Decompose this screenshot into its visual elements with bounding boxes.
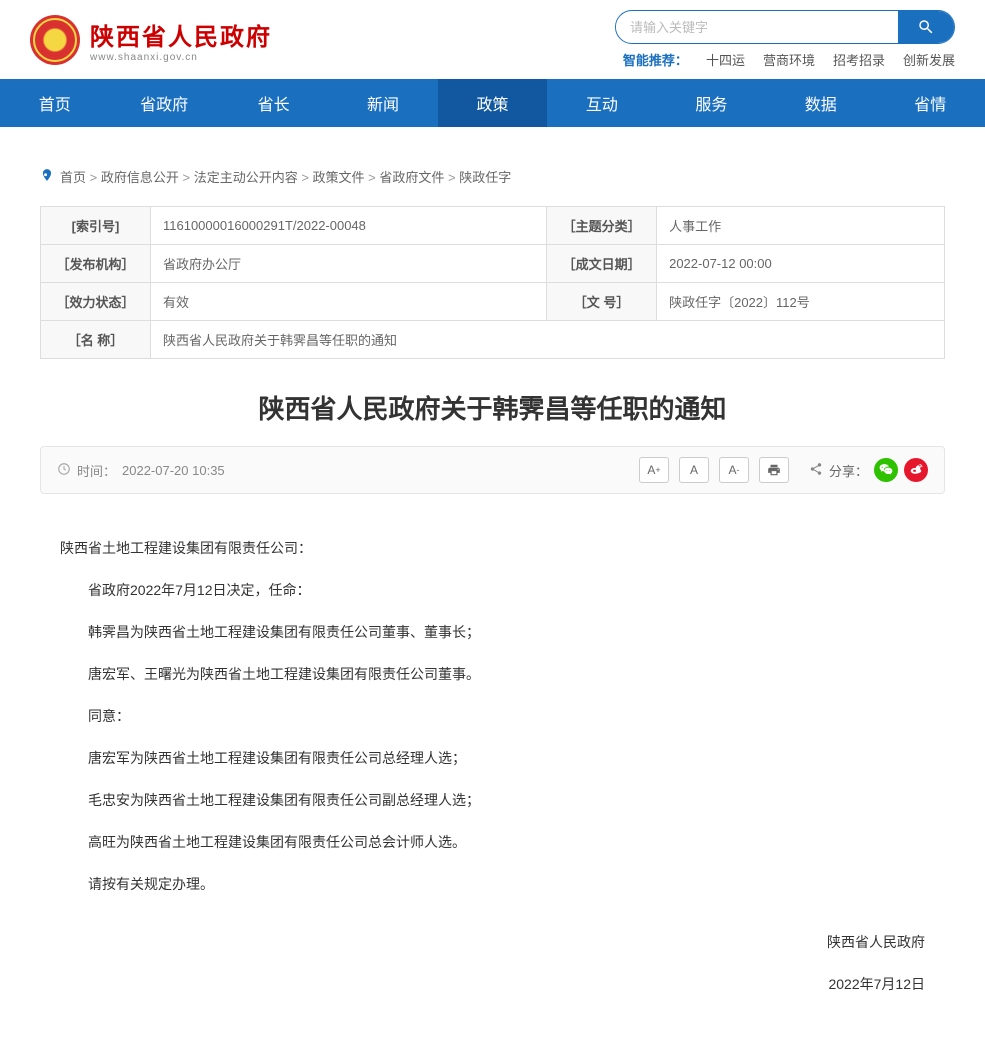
nav-item[interactable]: 新闻 bbox=[328, 79, 437, 127]
time-value: 2022-07-20 10:35 bbox=[122, 463, 225, 478]
article-paragraph: 唐宏军、王曙光为陕西省土地工程建设集团有限责任公司董事。 bbox=[60, 660, 925, 688]
right-tools: A+ A A- 分享： bbox=[639, 457, 928, 483]
meta-value: 2022-07-12 00:00 bbox=[657, 245, 945, 283]
breadcrumb-separator: > bbox=[86, 170, 101, 185]
meta-label: ［成文日期］ bbox=[547, 245, 657, 283]
search-icon bbox=[917, 18, 935, 36]
article-toolbar: 时间： 2022-07-20 10:35 A+ A A- 分享： bbox=[40, 446, 945, 494]
recommend-item[interactable]: 创新发展 bbox=[903, 50, 955, 69]
article-paragraph: 陕西省土地工程建设集团有限责任公司： bbox=[60, 534, 925, 562]
search-input[interactable] bbox=[616, 20, 898, 35]
location-icon bbox=[40, 167, 54, 186]
article-body: 陕西省土地工程建设集团有限责任公司： 省政府2022年7月12日决定，任命： 韩霁昌… bbox=[40, 534, 945, 998]
nav-item[interactable]: 服务 bbox=[657, 79, 766, 127]
time-label: 时间： bbox=[77, 461, 116, 480]
article-paragraph: 请按有关规定办理。 bbox=[60, 870, 925, 898]
recommend-item[interactable]: 十四运 bbox=[706, 50, 745, 69]
breadcrumb-separator: > bbox=[298, 170, 313, 185]
search-box bbox=[615, 10, 955, 44]
breadcrumb-item[interactable]: 政策文件 bbox=[313, 170, 365, 185]
clock-icon bbox=[57, 462, 71, 479]
meta-label: ［文 号］ bbox=[547, 283, 657, 321]
recommend-item[interactable]: 营商环境 bbox=[763, 50, 815, 69]
meta-label: [索引号] bbox=[41, 207, 151, 245]
breadcrumb-separator: > bbox=[365, 170, 380, 185]
breadcrumb-item: 陕政任字 bbox=[459, 170, 511, 185]
article-paragraph: 同意： bbox=[60, 702, 925, 730]
breadcrumb-item[interactable]: 省政府文件 bbox=[379, 170, 444, 185]
print-icon bbox=[767, 463, 781, 477]
nav-item[interactable]: 首页 bbox=[0, 79, 109, 127]
meta-value: 有效 bbox=[151, 283, 547, 321]
font-increase-button[interactable]: A+ bbox=[639, 457, 669, 483]
publish-time: 时间： 2022-07-20 10:35 bbox=[57, 461, 225, 480]
site-title: 陕西省人民政府 bbox=[90, 17, 272, 52]
nav-item[interactable]: 政策 bbox=[438, 79, 547, 127]
meta-value: 11610000016000291T/2022-00048 bbox=[151, 207, 547, 245]
main-nav: 首页省政府省长新闻政策互动服务数据省情 bbox=[0, 79, 985, 127]
meta-table: [索引号] 11610000016000291T/2022-00048 ［主题分… bbox=[40, 206, 945, 359]
signature-block: 陕西省人民政府 2022年7月12日 bbox=[60, 928, 925, 998]
article-paragraph: 高旺为陕西省土地工程建设集团有限责任公司总会计师人选。 bbox=[60, 828, 925, 856]
font-reset-button[interactable]: A bbox=[679, 457, 709, 483]
font-decrease-button[interactable]: A- bbox=[719, 457, 749, 483]
article-paragraph: 韩霁昌为陕西省土地工程建设集团有限责任公司董事、董事长； bbox=[60, 618, 925, 646]
weibo-icon bbox=[909, 463, 923, 477]
search-button[interactable] bbox=[898, 11, 954, 43]
meta-value: 陕西省人民政府关于韩霁昌等任职的通知 bbox=[151, 321, 945, 359]
article-paragraph: 毛忠安为陕西省土地工程建设集团有限责任公司副总经理人选； bbox=[60, 786, 925, 814]
meta-label: ［效力状态］ bbox=[41, 283, 151, 321]
header: 陕西省人民政府 www.shaanxi.gov.cn 智能推荐： 十四运 营商环… bbox=[0, 0, 985, 79]
breadcrumb-item[interactable]: 首页 bbox=[60, 170, 86, 185]
meta-label: ［发布机构］ bbox=[41, 245, 151, 283]
meta-value: 省政府办公厅 bbox=[151, 245, 547, 283]
signature: 陕西省人民政府 bbox=[60, 928, 925, 956]
share-group: 分享： bbox=[809, 458, 928, 482]
print-button[interactable] bbox=[759, 457, 789, 483]
breadcrumb-item[interactable]: 法定主动公开内容 bbox=[194, 170, 298, 185]
breadcrumb-separator: > bbox=[444, 170, 459, 185]
article-paragraph: 省政府2022年7月12日决定，任命： bbox=[60, 576, 925, 604]
nav-item[interactable]: 数据 bbox=[766, 79, 875, 127]
article-title: 陕西省人民政府关于韩霁昌等任职的通知 bbox=[40, 389, 945, 426]
site-title-block: 陕西省人民政府 www.shaanxi.gov.cn bbox=[90, 17, 272, 63]
recommend-row: 智能推荐： 十四运 营商环境 招考招录 创新发展 bbox=[623, 50, 955, 69]
meta-value: 人事工作 bbox=[657, 207, 945, 245]
nav-item[interactable]: 省政府 bbox=[109, 79, 218, 127]
national-emblem-icon bbox=[30, 15, 80, 65]
meta-label: ［主题分类］ bbox=[547, 207, 657, 245]
share-icon bbox=[809, 462, 823, 479]
site-url: www.shaanxi.gov.cn bbox=[90, 52, 272, 63]
breadcrumb-separator: > bbox=[179, 170, 194, 185]
signature-date: 2022年7月12日 bbox=[60, 970, 925, 998]
recommend-label: 智能推荐： bbox=[623, 50, 688, 69]
share-label: 分享： bbox=[829, 461, 868, 480]
wechat-share-button[interactable] bbox=[874, 458, 898, 482]
meta-label: ［名 称］ bbox=[41, 321, 151, 359]
nav-item[interactable]: 互动 bbox=[547, 79, 656, 127]
nav-item[interactable]: 省情 bbox=[876, 79, 985, 127]
breadcrumb-item[interactable]: 政府信息公开 bbox=[101, 170, 179, 185]
meta-value: 陕政任字〔2022〕112号 bbox=[657, 283, 945, 321]
weibo-share-button[interactable] bbox=[904, 458, 928, 482]
nav-item[interactable]: 省长 bbox=[219, 79, 328, 127]
wechat-icon bbox=[879, 463, 893, 477]
recommend-item[interactable]: 招考招录 bbox=[833, 50, 885, 69]
breadcrumb: 首页 > 政府信息公开 > 法定主动公开内容 > 政策文件 > 省政府文件 > … bbox=[0, 127, 985, 206]
search-area: 智能推荐： 十四运 营商环境 招考招录 创新发展 bbox=[615, 10, 955, 69]
article-paragraph: 唐宏军为陕西省土地工程建设集团有限责任公司总经理人选； bbox=[60, 744, 925, 772]
